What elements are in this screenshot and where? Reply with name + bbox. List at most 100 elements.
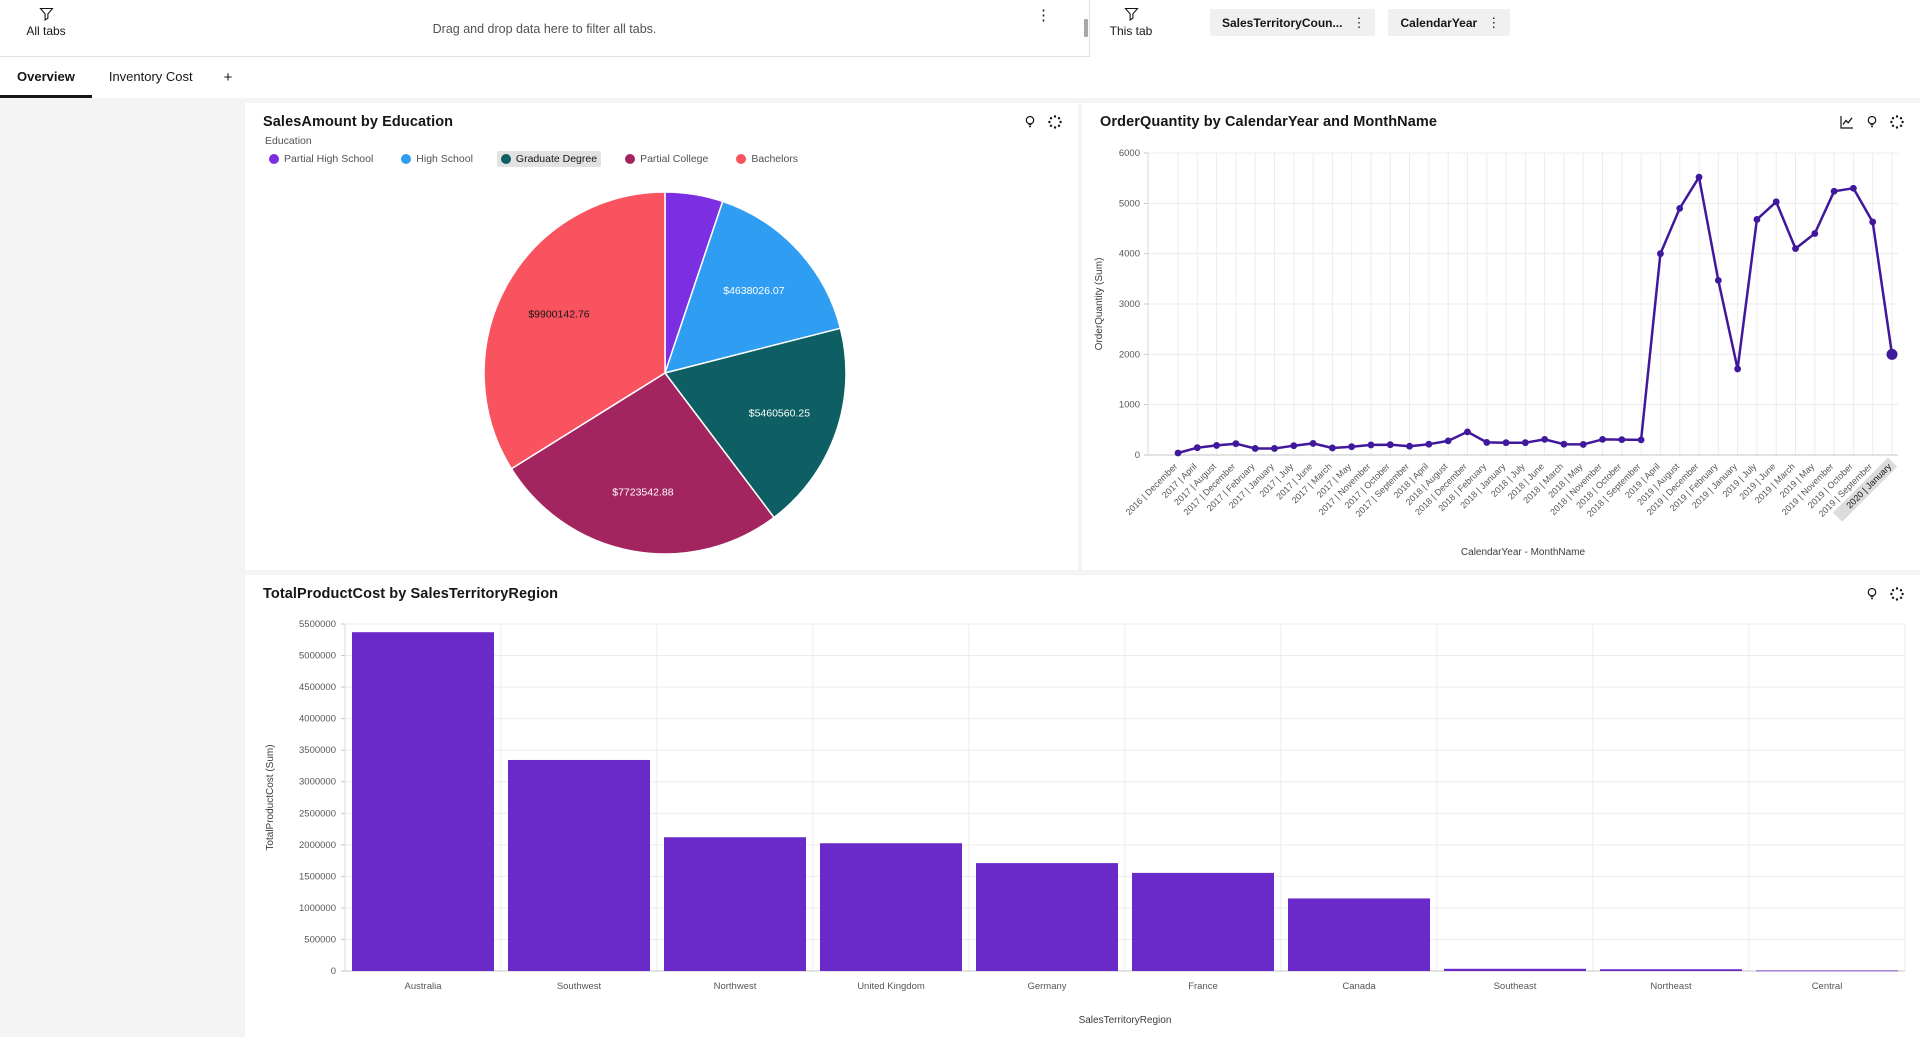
bar-southeast[interactable] — [1444, 969, 1586, 971]
y-axis-title: OrderQuantity (Sum) — [1094, 258, 1105, 351]
data-point-2017-may[interactable] — [1348, 443, 1355, 450]
x-tick-label: Central — [1812, 981, 1843, 992]
data-point-2020-january[interactable] — [1887, 349, 1898, 360]
data-point-2018-june[interactable] — [1541, 436, 1548, 443]
line-chart-card: OrderQuantity by CalendarYear and MonthN… — [1082, 103, 1920, 570]
data-point-2018-july[interactable] — [1522, 439, 1529, 446]
pie-data-label: $4638026.07 — [723, 285, 784, 297]
data-point-2017-february[interactable] — [1252, 445, 1259, 452]
data-point-2017-january[interactable] — [1271, 445, 1278, 452]
data-point-2019-march[interactable] — [1792, 245, 1799, 252]
y-tick-label: 5500000 — [299, 619, 336, 630]
top-filter-bar: All tabs Drag and drop data here to filt… — [0, 0, 1920, 57]
this-tab-filter[interactable]: This tab — [1100, 7, 1162, 38]
filter-chip-label: CalendarYear — [1400, 16, 1477, 30]
data-point-2018-april[interactable] — [1425, 441, 1432, 448]
y-tick-label: 4000 — [1119, 249, 1140, 260]
kebab-menu-icon[interactable]: ⋮ — [1485, 15, 1502, 31]
y-tick-label: 0 — [1135, 450, 1140, 461]
pie-chart-card: SalesAmount by Education Education Parti… — [245, 103, 1078, 570]
data-point-2019-december[interactable] — [1696, 174, 1703, 181]
drop-hint-text: Drag and drop data here to filter all ta… — [0, 22, 1089, 36]
x-tick-label: Canada — [1342, 981, 1376, 992]
data-point-2017-june[interactable] — [1310, 440, 1317, 447]
data-point-2017-september[interactable] — [1406, 443, 1413, 450]
data-point-2017-november[interactable] — [1368, 442, 1375, 449]
data-point-2019-july[interactable] — [1754, 216, 1761, 223]
tab-overview[interactable]: Overview — [0, 57, 92, 98]
data-point-2017-december[interactable] — [1232, 440, 1239, 447]
x-tick-label: Southeast — [1494, 981, 1537, 992]
data-point-2019-october[interactable] — [1850, 185, 1857, 192]
data-point-2019-january[interactable] — [1734, 366, 1741, 373]
x-tick-label: Australia — [405, 981, 443, 992]
tab-bar: Overview Inventory Cost + — [0, 57, 1920, 98]
filter-funnel-icon — [1124, 7, 1139, 21]
tab-inventory-cost[interactable]: Inventory Cost — [92, 57, 210, 98]
data-point-2016-december[interactable] — [1175, 450, 1182, 457]
bar-australia[interactable] — [352, 632, 494, 971]
filter-funnel-icon — [39, 7, 54, 21]
panel-resize-handle[interactable] — [1084, 19, 1088, 37]
bar-france[interactable] — [1132, 873, 1274, 971]
filter-chip-label: SalesTerritoryCoun... — [1222, 16, 1342, 30]
bar-northeast[interactable] — [1600, 969, 1742, 971]
x-tick-label: Northeast — [1650, 981, 1692, 992]
line-chart: 01000200030004000500060002016 | December… — [1082, 103, 1920, 570]
kebab-menu-icon[interactable]: ⋮ — [1030, 4, 1057, 26]
bar-northwest[interactable] — [664, 837, 806, 971]
line-series — [1178, 177, 1892, 453]
bar-central[interactable] — [1756, 970, 1898, 971]
y-tick-label: 3000000 — [299, 777, 336, 788]
x-tick-label: Northwest — [714, 981, 757, 992]
y-tick-label: 6000 — [1119, 148, 1140, 159]
filter-chip-salesterritory[interactable]: SalesTerritoryCoun... ⋮ — [1210, 9, 1375, 36]
y-tick-label: 2000 — [1119, 349, 1140, 360]
bar-canada[interactable] — [1288, 898, 1430, 971]
y-tick-label: 0 — [331, 966, 336, 977]
data-point-2017-july[interactable] — [1290, 442, 1297, 449]
data-point-2017-march[interactable] — [1329, 445, 1336, 452]
data-point-2017-april[interactable] — [1194, 444, 1201, 451]
svg-text:OrderQuantity (Sum): OrderQuantity (Sum) — [1094, 258, 1105, 351]
kebab-menu-icon[interactable]: ⋮ — [1350, 15, 1367, 31]
y-tick-label: 1500000 — [299, 871, 336, 882]
add-tab-button[interactable]: + — [210, 57, 247, 98]
y-tick-label: 1000 — [1119, 400, 1140, 411]
data-point-2018-march[interactable] — [1561, 441, 1568, 448]
y-tick-label: 4500000 — [299, 682, 336, 693]
data-point-2019-august[interactable] — [1676, 205, 1683, 212]
x-tick-label: Southwest — [557, 981, 602, 992]
data-point-2019-april[interactable] — [1657, 250, 1664, 257]
x-tick-label: France — [1188, 981, 1218, 992]
y-tick-label: 4000000 — [299, 714, 336, 725]
data-point-2019-february[interactable] — [1715, 277, 1722, 284]
data-point-2019-november[interactable] — [1831, 188, 1838, 195]
data-point-2019-september[interactable] — [1869, 219, 1876, 226]
data-point-2018-september[interactable] — [1638, 437, 1645, 444]
data-point-2019-june[interactable] — [1773, 198, 1780, 205]
x-tick-label: Germany — [1027, 981, 1066, 992]
y-tick-label: 1000000 — [299, 903, 336, 914]
svg-text:TotalProductCost (Sum): TotalProductCost (Sum) — [265, 744, 276, 850]
all-tabs-filter-zone[interactable]: All tabs Drag and drop data here to filt… — [0, 0, 1090, 57]
y-tick-label: 2500000 — [299, 808, 336, 819]
data-point-2017-october[interactable] — [1387, 441, 1394, 448]
y-tick-label: 3500000 — [299, 745, 336, 756]
data-point-2018-november[interactable] — [1599, 436, 1606, 443]
data-point-2019-may[interactable] — [1811, 230, 1818, 237]
data-point-2018-may[interactable] — [1580, 441, 1587, 448]
data-point-2018-february[interactable] — [1483, 439, 1490, 446]
data-point-2018-december[interactable] — [1464, 428, 1471, 435]
data-point-2018-august[interactable] — [1445, 438, 1452, 445]
data-point-2018-october[interactable] — [1618, 436, 1625, 443]
bar-southwest[interactable] — [508, 760, 650, 971]
y-tick-label: 2000000 — [299, 840, 336, 851]
data-point-2018-january[interactable] — [1503, 439, 1510, 446]
bar-united-kingdom[interactable] — [820, 843, 962, 971]
filter-chip-calendaryear[interactable]: CalendarYear ⋮ — [1388, 9, 1510, 36]
bar-germany[interactable] — [976, 863, 1118, 971]
data-point-2017-august[interactable] — [1213, 442, 1220, 449]
y-tick-label: 5000 — [1119, 198, 1140, 209]
bar-chart: 0500000100000015000002000000250000030000… — [245, 575, 1920, 1037]
